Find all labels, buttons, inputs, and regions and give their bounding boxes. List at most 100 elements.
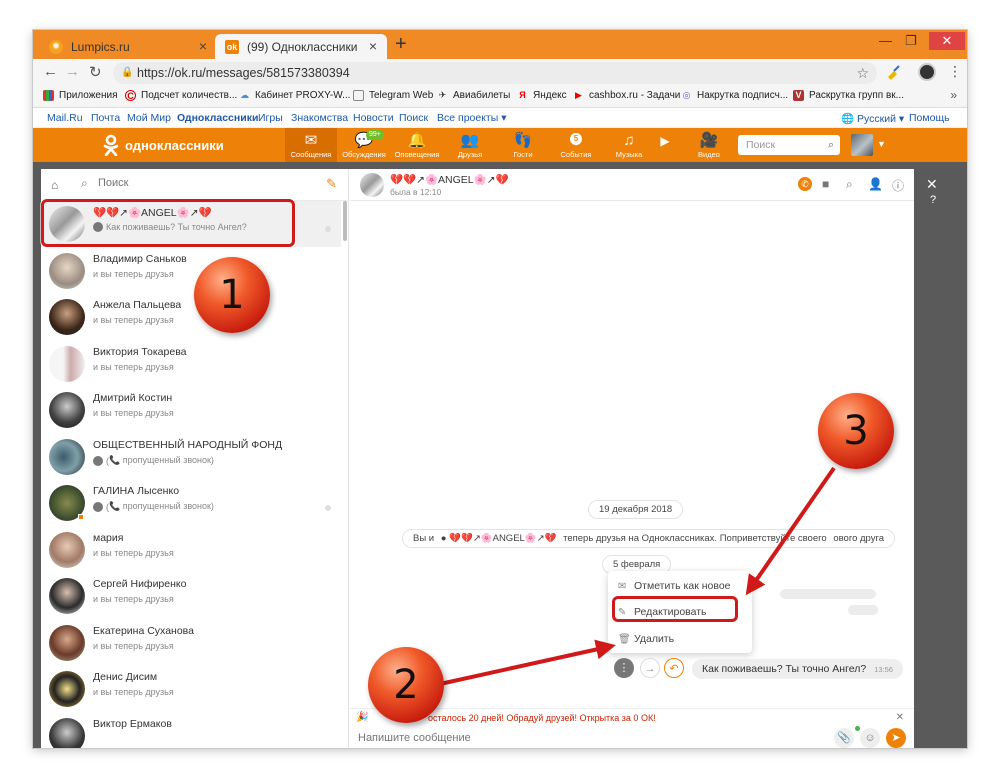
portal-link[interactable]: Новости [353, 112, 394, 124]
portal-link[interactable]: Знакомства [291, 112, 348, 124]
conversation-item[interactable]: Дмитрий Костин и вы теперь друзья [41, 387, 341, 433]
compose-icon[interactable]: ✎ [326, 176, 337, 192]
promo-banner[interactable]: 🎉 осталось 20 дней! Обрадуй друзей! Откр… [350, 708, 914, 726]
help-link[interactable]: Помощь [909, 112, 950, 124]
new-tab-icon[interactable]: + [395, 34, 407, 54]
video-call-icon[interactable]: ■ [822, 177, 829, 191]
portal-link[interactable]: Поиск [399, 112, 428, 124]
maximize-icon[interactable]: ❐ [905, 33, 917, 49]
conversation-item[interactable]: Сергей Нифиренко и вы теперь друзья [41, 573, 341, 619]
target-icon: ◎ [682, 90, 691, 100]
message-time: 13:56 [874, 665, 893, 674]
more-bookmarks-icon[interactable]: » [950, 88, 957, 102]
conversation-item[interactable]: Виктория Токарева и вы теперь друзья [41, 341, 341, 387]
close-messenger-icon[interactable]: ✕ [926, 176, 938, 193]
portal-link[interactable]: Одноклассники [177, 112, 258, 124]
message-input[interactable] [358, 729, 798, 747]
bookmark-item[interactable]: Я Яндекс [517, 90, 566, 101]
nav-music[interactable]: ♫ Музыка [603, 128, 655, 162]
reload-icon[interactable]: ↻ [89, 63, 102, 81]
status-dot [855, 726, 860, 731]
message-bubble[interactable]: Как поживаешь? Ты точно Ангел? 13:56 [692, 659, 903, 679]
avatar [49, 392, 85, 428]
profile-avatar-icon[interactable] [918, 63, 936, 81]
nav-video-play[interactable]: ▶ [650, 128, 680, 162]
bookmark-apps[interactable]: Приложения [43, 90, 118, 101]
close-tab-icon[interactable]: × [199, 38, 207, 54]
conversation-item[interactable]: Денис Дисим и вы теперь друзья [41, 666, 341, 712]
tutorial-screenshot: ✺ Lumpics.ru × ok (99) Одноклассники × +… [0, 0, 1000, 783]
avatar[interactable] [360, 173, 384, 197]
highlight-delete [612, 596, 738, 622]
help-icon[interactable]: ? [930, 194, 936, 206]
bookmark-item[interactable]: ◎ Накрутка подписч... [681, 90, 789, 101]
nav-discussions[interactable]: 💬 99+ Обсуждения [338, 128, 390, 162]
portal-link[interactable]: Мой Мир [127, 112, 171, 124]
back-icon[interactable]: ← [43, 63, 58, 80]
conversation-item[interactable]: Виктор Ермаков [41, 713, 341, 748]
phone-icon[interactable]: ✆ [798, 177, 812, 191]
portal-link[interactable]: Почта [91, 112, 120, 124]
language-selector[interactable]: 🌐 Русский ▾ [841, 112, 904, 125]
window-close-icon[interactable]: ✕ [929, 32, 965, 50]
conversation-search-input[interactable] [98, 177, 298, 189]
nav-guests[interactable]: 👣 Гости [497, 128, 549, 162]
bookmark-item[interactable]: Telegram Web [353, 90, 433, 101]
nav-video[interactable]: 🎥 Видео [683, 128, 735, 162]
forward-icon[interactable]: → [640, 658, 660, 678]
menu-item-delete[interactable]: 🗑 Удалить [618, 633, 674, 645]
forward-icon[interactable]: → [65, 63, 80, 80]
conversation-item[interactable]: Анжела Пальцева и вы теперь друзья [41, 294, 341, 340]
add-user-icon[interactable]: 👤 [868, 177, 883, 191]
emoji-icon[interactable]: ☺ [860, 728, 880, 748]
chat-contact-name[interactable]: 💔💔↗🌸ANGEL🌸↗💔 [390, 173, 509, 186]
conversation-item[interactable]: Владимир Саньков и вы теперь друзья [41, 248, 341, 294]
send-icon[interactable]: ➤ [886, 728, 906, 748]
close-icon[interactable]: ✕ [896, 709, 904, 727]
portal-link[interactable]: Все проекты ▾ [437, 112, 506, 124]
url-text: https://ok.ru/messages/581573380394 [137, 66, 350, 80]
conversation-item[interactable]: ОБЩЕСТВЕННЫЙ НАРОДНЫЙ ФОНД (📞 пропущенны… [41, 434, 341, 480]
ok-logo[interactable]: одноклассники [103, 134, 224, 156]
conversation-item[interactable]: Екатерина Суханова и вы теперь друзья [41, 620, 341, 666]
nav-friends[interactable]: 👥 Друзья [444, 128, 496, 162]
bookmark-item[interactable]: V Раскрутка групп вк... [793, 90, 904, 101]
close-tab-icon[interactable]: × [369, 38, 377, 54]
portal-link[interactable]: Mail.Ru [47, 112, 83, 124]
nav-notifications[interactable]: 🔔 Оповещения [391, 128, 443, 162]
user-avatar[interactable] [851, 134, 873, 156]
info-icon[interactable]: ⓘ [892, 177, 904, 194]
tab-odnoklassniki[interactable]: ok (99) Одноклассники × [215, 34, 387, 59]
last-message: и вы теперь друзья [93, 687, 174, 697]
reply-icon[interactable]: ↶ [664, 658, 684, 678]
more-options-icon[interactable]: ⋮ [614, 658, 634, 678]
menu-item-mark-new[interactable]: ✉ Отметить как новое [618, 580, 731, 592]
conversation-item[interactable]: ГАЛИНА Лысенко (📞 пропущенный звонок) [41, 480, 341, 526]
bookmark-star-icon[interactable]: ☆ [856, 62, 869, 84]
bookmark-item[interactable]: C Подсчет количеств... [125, 90, 237, 101]
nav-messages[interactable]: ✉ Сообщения [285, 128, 337, 162]
step-callout-3: 3 [818, 393, 894, 469]
search-icon[interactable]: ⌕ [846, 177, 853, 192]
bookmark-item[interactable]: ▶ cashbox.ru - Задачи [573, 90, 680, 101]
friends-icon: 👥 [460, 132, 480, 149]
search-icon[interactable]: ⌕ [828, 135, 834, 155]
address-bar[interactable]: 🔒 https://ok.ru/messages/581573380394 ☆ [113, 62, 877, 84]
attach-icon[interactable]: 📎 [834, 728, 854, 748]
v-icon: V [793, 90, 804, 101]
portal-link[interactable]: Игры [258, 112, 283, 124]
broom-extension-icon[interactable] [885, 64, 901, 80]
browser-menu-icon[interactable]: ⋮ [948, 63, 962, 80]
avatar [49, 532, 85, 568]
home-icon[interactable]: ⌂ [51, 178, 58, 192]
ok-logo-icon [103, 134, 119, 156]
scrollbar[interactable] [343, 201, 347, 241]
minimize-icon[interactable]: — [879, 33, 892, 48]
tab-lumpics[interactable]: ✺ Lumpics.ru × [39, 34, 217, 59]
conversation-item[interactable]: мария и вы теперь друзья [41, 527, 341, 573]
chevron-down-icon[interactable]: ▼ [877, 139, 886, 149]
bookmark-item[interactable]: ☁ Кабинет PROXY-W... [239, 90, 350, 101]
nav-events[interactable]: ⚙5События [550, 128, 602, 162]
ok-search-input[interactable]: Поиск ⌕ [738, 135, 840, 155]
bookmark-item[interactable]: ✈ Авиабилеты [437, 90, 511, 101]
